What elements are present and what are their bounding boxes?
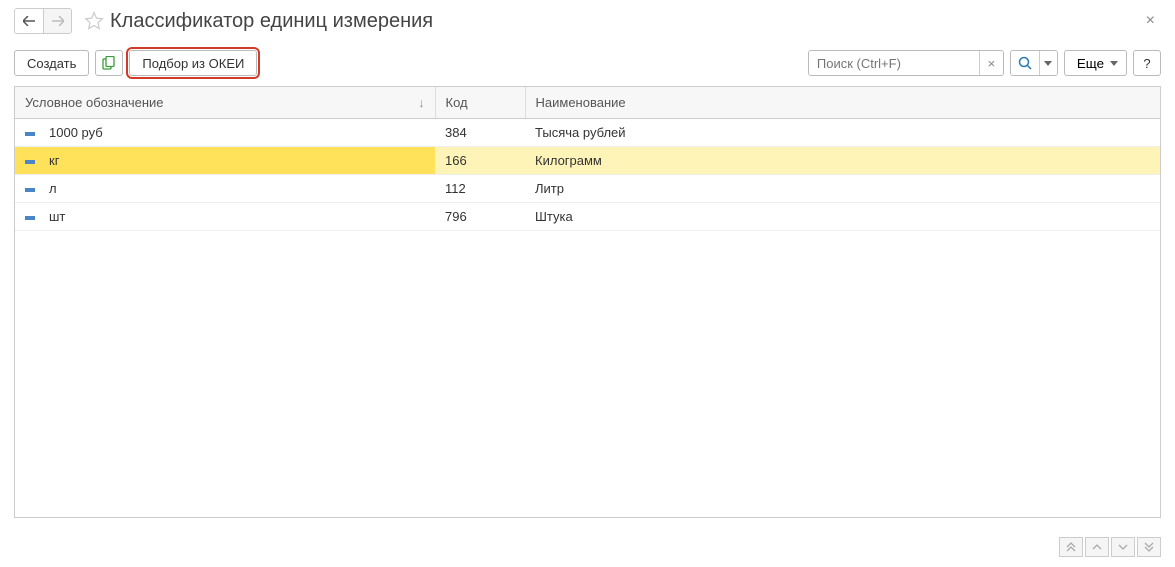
up-icon xyxy=(1092,543,1102,551)
chevron-down-icon xyxy=(1044,61,1052,66)
pick-okei-button[interactable]: Подбор из ОКЕИ xyxy=(129,50,257,76)
page-up-button[interactable] xyxy=(1085,537,1109,557)
down-icon xyxy=(1118,543,1128,551)
cell-name: Тысяча рублей xyxy=(525,119,1160,147)
search-group: × xyxy=(808,50,1004,76)
close-button[interactable]: × xyxy=(1140,10,1161,32)
chevron-down-icon xyxy=(1110,61,1118,66)
table-row[interactable]: кг 166Килограмм xyxy=(15,147,1160,175)
cell-code: 166 xyxy=(435,147,525,175)
units-table: Условное обозначение ↓ Код Наименование … xyxy=(14,86,1161,518)
nav-back-button[interactable] xyxy=(15,9,43,33)
item-icon xyxy=(25,216,35,220)
cell-code: 796 xyxy=(435,203,525,231)
cell-name: Килограмм xyxy=(525,147,1160,175)
col-header-name[interactable]: Наименование xyxy=(525,87,1160,119)
cell-name: Литр xyxy=(525,175,1160,203)
paging-controls xyxy=(1059,537,1161,557)
item-icon xyxy=(25,160,35,164)
nav-forward-button[interactable] xyxy=(43,9,71,33)
double-down-icon xyxy=(1144,542,1154,552)
copy-button[interactable] xyxy=(95,50,123,76)
search-clear-button[interactable]: × xyxy=(979,51,1003,75)
favorite-star-icon[interactable] xyxy=(84,11,104,31)
nav-buttons xyxy=(14,8,72,34)
help-button[interactable]: ? xyxy=(1133,50,1161,76)
table-row[interactable]: 1000 руб 384Тысяча рублей xyxy=(15,119,1160,147)
item-icon xyxy=(25,132,35,136)
create-button[interactable]: Создать xyxy=(14,50,89,76)
table-empty-area xyxy=(15,231,1160,517)
arrow-left-icon xyxy=(23,16,35,26)
page-down-button[interactable] xyxy=(1111,537,1135,557)
cell-symbol: кг xyxy=(49,153,59,168)
more-button[interactable]: Еще xyxy=(1064,50,1127,76)
arrow-right-icon xyxy=(52,16,64,26)
cell-code: 384 xyxy=(435,119,525,147)
search-dropdown-button[interactable] xyxy=(1010,50,1058,76)
table-row[interactable]: шт 796Штука xyxy=(15,203,1160,231)
page-last-button[interactable] xyxy=(1137,537,1161,557)
double-up-icon xyxy=(1066,542,1076,552)
sort-indicator-icon: ↓ xyxy=(419,96,425,110)
search-input[interactable] xyxy=(809,51,979,75)
more-label: Еще xyxy=(1077,56,1104,71)
cell-code: 112 xyxy=(435,175,525,203)
col-header-code[interactable]: Код xyxy=(435,87,525,119)
cell-name: Штука xyxy=(525,203,1160,231)
search-icon xyxy=(1018,56,1032,70)
page-first-button[interactable] xyxy=(1059,537,1083,557)
page-title: Классификатор единиц измерения xyxy=(110,10,1140,33)
col-header-symbol[interactable]: Условное обозначение ↓ xyxy=(15,87,435,119)
cell-symbol: л xyxy=(49,181,57,196)
copy-icon xyxy=(102,56,116,70)
item-icon xyxy=(25,188,35,192)
cell-symbol: шт xyxy=(49,209,65,224)
cell-symbol: 1000 руб xyxy=(49,125,103,140)
table-row[interactable]: л 112Литр xyxy=(15,175,1160,203)
